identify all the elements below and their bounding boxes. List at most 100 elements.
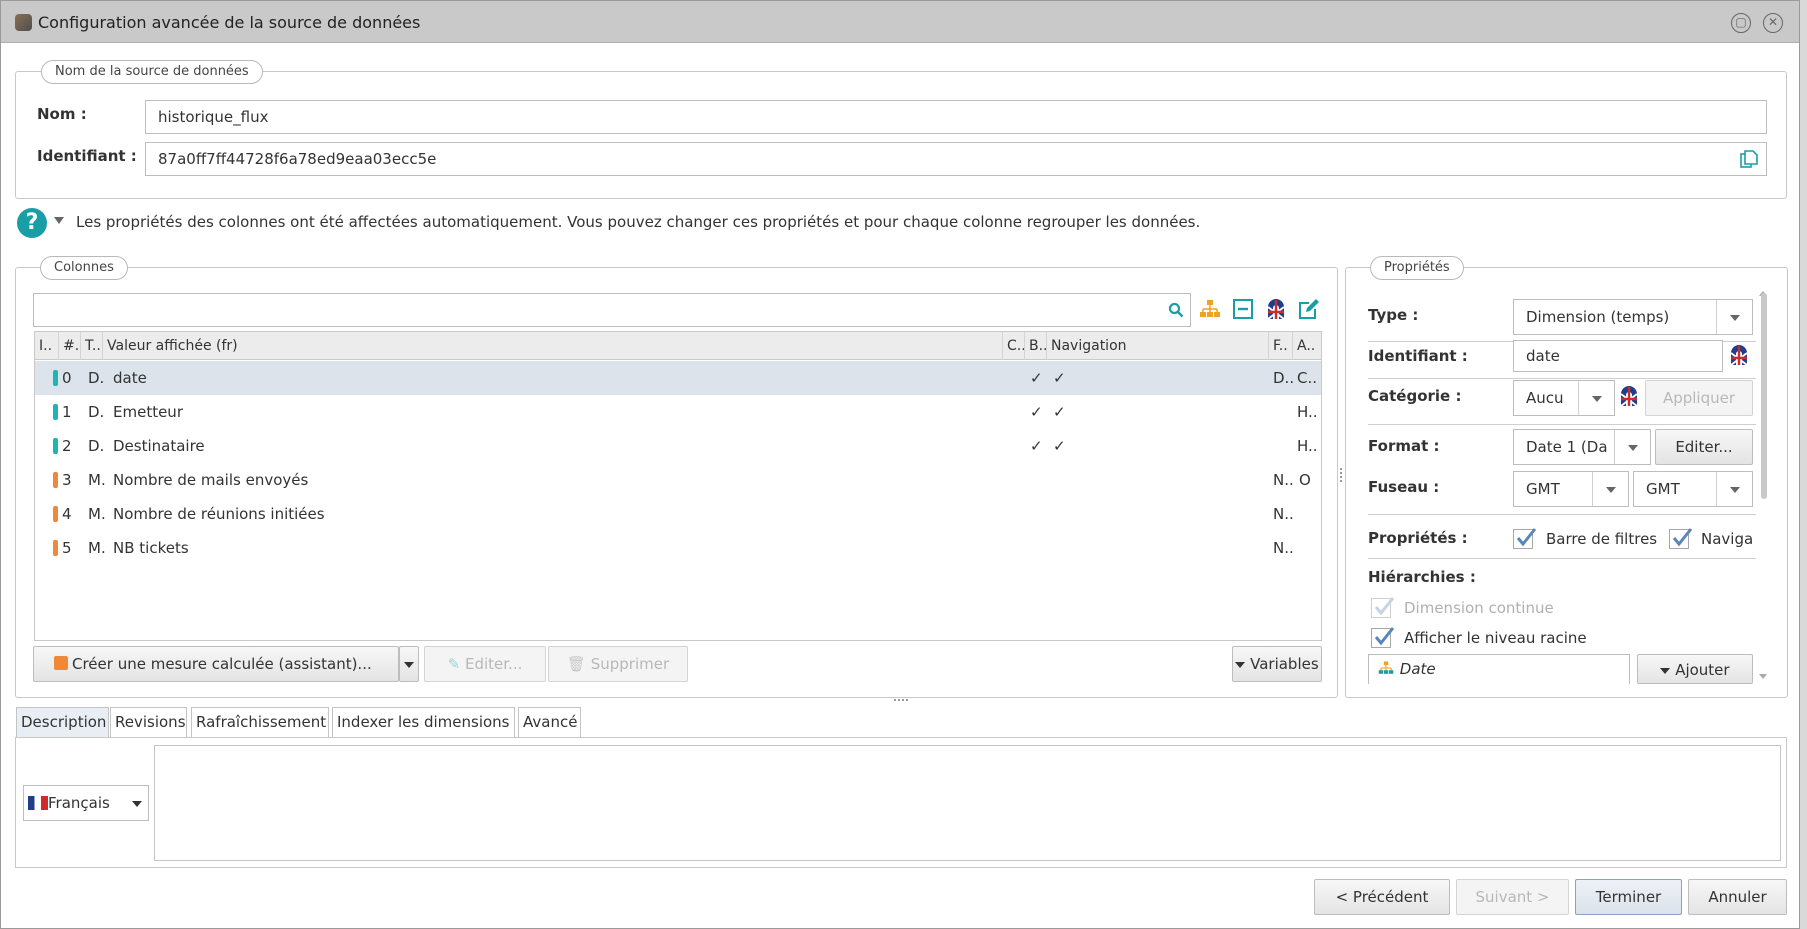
row-aggregation: H.. [1297, 437, 1318, 455]
header-cell[interactable]: T.. [81, 332, 103, 360]
hierarchies-label: Hiérarchies : [1368, 568, 1476, 586]
header-cell[interactable]: A.. [1293, 332, 1321, 360]
hierarchy-item-label: Date [1399, 660, 1436, 678]
table-row[interactable]: 2 D. Destinataire ✓ ✓ H.. [35, 429, 1321, 463]
table-row[interactable]: 1 D. Emetteur ✓ ✓ H.. [35, 395, 1321, 429]
table-row[interactable]: 4 M. Nombre de réunions initiées N.. [35, 497, 1321, 531]
grid-header: I.. #.. T.. Valeur affichée (fr) C.. B..… [35, 332, 1321, 360]
tab-advanced[interactable]: Avancé [518, 707, 581, 737]
header-cell[interactable]: I.. [35, 332, 59, 360]
finish-button[interactable]: Terminer [1575, 879, 1682, 915]
root-level-label: Afficher le niveau racine [1404, 629, 1587, 647]
scroll-down-icon[interactable] [1759, 674, 1767, 679]
properties-scrollbar[interactable] [1761, 293, 1767, 499]
category-select-value: Aucu [1526, 389, 1564, 407]
chevron-down-icon [1614, 430, 1650, 464]
timezone-select-2[interactable]: GMT [1633, 471, 1753, 507]
delete-button[interactable]: 🗑 Supprimer [548, 646, 688, 682]
cube-icon [54, 656, 68, 670]
copy-icon[interactable] [1740, 150, 1758, 168]
collapse-arrow-icon[interactable] [54, 217, 64, 224]
name-section: Nom de la source de données [15, 60, 1787, 199]
uk-flag-icon[interactable] [1618, 385, 1640, 407]
dimension-marker [53, 404, 58, 420]
header-cell[interactable]: B.. [1025, 332, 1047, 360]
nom-input[interactable]: historique_flux [145, 100, 1767, 134]
divider [1368, 514, 1756, 515]
timezone-select-1[interactable]: GMT [1513, 471, 1629, 507]
navigation-checkbox[interactable] [1669, 528, 1693, 549]
search-icon[interactable] [1168, 302, 1184, 318]
chevron-down-icon [1716, 300, 1752, 334]
language-select[interactable]: Français [23, 785, 149, 821]
timezone-select-2-value: GMT [1646, 480, 1680, 498]
format-edit-button[interactable]: Editer... [1655, 429, 1753, 465]
category-select[interactable]: Aucu [1513, 380, 1615, 416]
apply-button[interactable]: Appliquer [1645, 380, 1753, 416]
header-cell[interactable]: Navigation [1047, 332, 1269, 360]
name-section-legend: Nom de la source de données [41, 60, 263, 84]
row-format: N.. [1273, 539, 1294, 557]
create-calculated-measure-button[interactable]: Créer une mesure calculée (assistant)... [33, 646, 399, 682]
hierarchy-item[interactable]: Date [1368, 654, 1630, 684]
properties-row-label: Propriétés : [1368, 529, 1468, 547]
tab-revisions[interactable]: Revisions [110, 707, 187, 737]
vertical-splitter[interactable] [1340, 468, 1343, 482]
properties-legend: Propriétés [1370, 256, 1464, 280]
column-search-input[interactable] [33, 293, 1191, 327]
row-type: D. [88, 437, 105, 455]
edit-icon[interactable] [1298, 298, 1320, 320]
row-format: D.. [1273, 369, 1295, 387]
previous-button[interactable]: < Précédent [1314, 879, 1450, 915]
app-icon [15, 14, 32, 31]
filter-bar-label: Barre de filtres [1546, 530, 1658, 548]
filter-bar-checkbox[interactable] [1513, 528, 1537, 549]
next-button[interactable]: Suivant > [1456, 879, 1569, 915]
dimension-marker [53, 438, 58, 454]
add-hierarchy-button[interactable]: Ajouter [1637, 654, 1753, 684]
create-dropdown-button[interactable] [399, 646, 419, 682]
row-value: Emetteur [113, 403, 183, 421]
description-textarea[interactable] [154, 745, 1781, 861]
table-row[interactable]: 5 M. NB tickets N.. [35, 531, 1321, 565]
format-select[interactable]: Date 1 (Da [1513, 429, 1651, 465]
hierarchy-icon[interactable] [1199, 298, 1221, 320]
cancel-button[interactable]: Annuler [1688, 879, 1787, 915]
type-label: Type : [1368, 306, 1419, 324]
header-cell[interactable]: C.. [1003, 332, 1025, 360]
uk-flag-icon[interactable] [1265, 298, 1287, 320]
type-select[interactable]: Dimension (temps) [1513, 299, 1753, 335]
header-cell[interactable]: F.. [1269, 332, 1293, 360]
prop-identifiant-label: Identifiant : [1368, 347, 1468, 365]
tab-index-dimensions[interactable]: Indexer les dimensions [332, 707, 515, 737]
horizontal-splitter[interactable] [894, 699, 908, 702]
row-index: 0 [62, 369, 72, 387]
table-row[interactable]: 3 M. Nombre de mails envoyés N.. O [35, 463, 1321, 497]
row-format: N.. [1273, 505, 1294, 523]
header-cell[interactable]: Valeur affichée (fr) [103, 332, 1003, 360]
help-icon[interactable]: ? [17, 208, 47, 238]
table-row[interactable]: 0 D. date ✓ ✓ D.. C.. [35, 361, 1321, 395]
collapse-all-icon[interactable] [1232, 298, 1254, 320]
close-icon[interactable]: ✕ [1763, 13, 1783, 33]
maximize-icon[interactable]: ▢ [1731, 13, 1751, 33]
header-cell[interactable]: #.. [59, 332, 81, 360]
row-index: 4 [62, 505, 72, 523]
trash-icon: 🗑 [566, 655, 586, 673]
row-check-b: ✓ [1030, 437, 1043, 455]
variables-button[interactable]: Variables [1232, 646, 1322, 682]
divider [1368, 378, 1756, 379]
uk-flag-icon[interactable] [1728, 344, 1750, 366]
tab-description[interactable]: Description [16, 707, 109, 737]
hierarchy-icon [1378, 661, 1394, 674]
prop-identifiant-input[interactable]: date [1513, 340, 1723, 372]
tab-refresh[interactable]: Rafraîchissement [191, 707, 329, 737]
chevron-down-icon [1660, 667, 1671, 674]
root-level-checkbox[interactable] [1371, 627, 1395, 648]
continuous-dimension-checkbox[interactable] [1371, 597, 1395, 618]
row-type: D. [88, 403, 105, 421]
identifiant-input[interactable]: 87a0ff7ff44728f6a78ed9eaa03ecc5e [145, 142, 1767, 176]
columns-grid: I.. #.. T.. Valeur affichée (fr) C.. B..… [34, 331, 1322, 641]
edit-button[interactable]: ✎ Editer... [424, 646, 546, 682]
type-select-value: Dimension (temps) [1526, 308, 1670, 326]
